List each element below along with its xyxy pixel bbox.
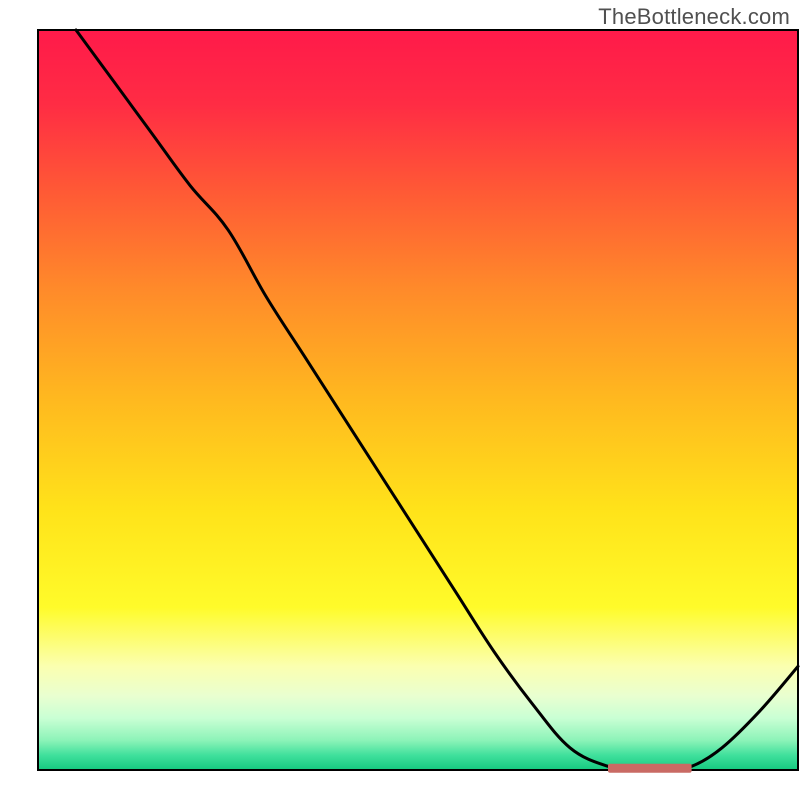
- chart-background: [38, 30, 798, 770]
- chart-svg: [0, 0, 800, 800]
- flat-marker: [608, 764, 692, 773]
- watermark-text: TheBottleneck.com: [598, 4, 790, 30]
- chart-root: TheBottleneck.com: [0, 0, 800, 800]
